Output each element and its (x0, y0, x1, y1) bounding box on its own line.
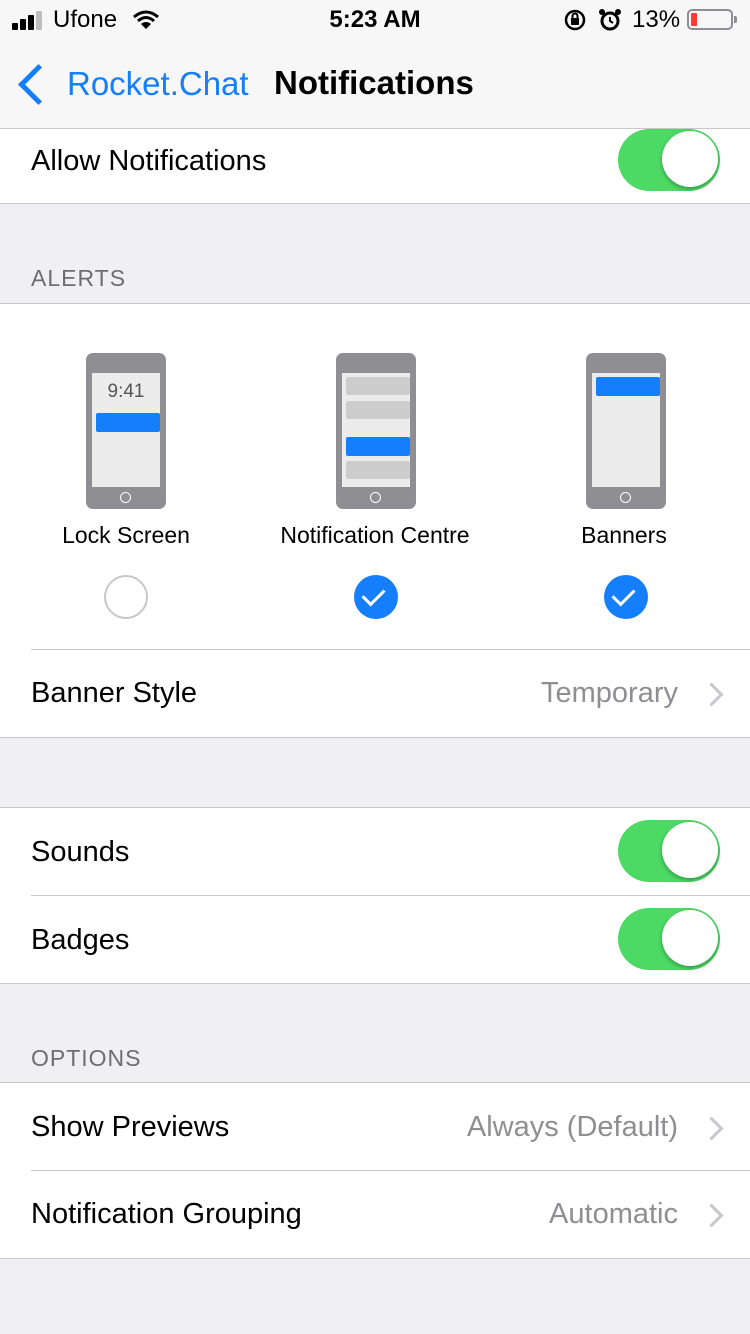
toggle-knob (662, 822, 718, 878)
divider (0, 737, 750, 738)
banner-style-value: Temporary (541, 677, 678, 709)
notification-centre-label: Notification Centre (280, 522, 470, 548)
divider (0, 1258, 750, 1259)
navigation-bar: Rocket.Chat Notifications (0, 40, 750, 129)
banners-illustration[interactable] (586, 353, 666, 509)
options-header: OPTIONS (31, 1045, 142, 1071)
page-title: Notifications (274, 64, 474, 101)
chevron-right-icon (699, 682, 724, 707)
alerts-header: ALERTS (31, 265, 127, 291)
alarm-icon (599, 9, 621, 31)
notification-grouping-value: Automatic (549, 1198, 678, 1230)
notification-centre-illustration[interactable] (336, 353, 416, 509)
banner-style-label: Banner Style (31, 677, 198, 709)
sounds-badges-section: Sounds Badges (0, 808, 750, 983)
toggle-knob (662, 910, 718, 966)
badges-row: Badges (0, 896, 750, 983)
battery-icon (687, 9, 737, 30)
toggle-knob (662, 131, 718, 187)
show-previews-label: Show Previews (31, 1111, 230, 1143)
lock-screen-illustration[interactable]: 9:41 (86, 353, 166, 509)
rotation-lock-icon (564, 9, 586, 31)
notification-grouping-label: Notification Grouping (31, 1198, 302, 1230)
chevron-left-icon (17, 63, 60, 105)
sounds-toggle[interactable] (618, 820, 720, 882)
lock-screen-radio[interactable] (104, 575, 148, 619)
chevron-right-icon (699, 1116, 724, 1141)
divider (0, 203, 750, 204)
allow-notifications-label: Allow Notifications (31, 145, 267, 177)
checkmark-icon (611, 582, 636, 607)
show-previews-value: Always (Default) (466, 1111, 678, 1143)
badges-toggle[interactable] (618, 908, 720, 970)
back-button[interactable]: Rocket.Chat (14, 62, 249, 106)
lock-screen-label: Lock Screen (62, 522, 190, 548)
back-label: Rocket.Chat (67, 65, 249, 102)
chevron-right-icon (699, 1203, 724, 1228)
notification-grouping-row[interactable]: Notification Grouping Automatic (0, 1171, 750, 1258)
divider (0, 983, 750, 984)
battery-percent: 13% (632, 6, 681, 33)
lock-screen-time: 9:41 (107, 381, 145, 402)
badges-label: Badges (31, 924, 130, 956)
sounds-label: Sounds (31, 836, 130, 868)
banners-radio[interactable] (604, 575, 648, 619)
status-bar: Ufone 5:23 AM 13% (0, 0, 750, 40)
alerts-section: 9:41 Lock Screen Notification Centre Ban… (0, 304, 750, 737)
sounds-row: Sounds (0, 808, 750, 895)
notification-centre-radio[interactable] (354, 575, 398, 619)
show-previews-row[interactable]: Show Previews Always (Default) (0, 1083, 750, 1170)
allow-notifications-toggle[interactable] (618, 129, 720, 191)
banner-style-row[interactable]: Banner Style Temporary (0, 650, 750, 737)
options-section: Show Previews Always (Default) Notificat… (0, 1083, 750, 1258)
banners-label: Banners (581, 522, 667, 548)
checkmark-icon (361, 582, 386, 607)
allow-notifications-row: Allow Notifications (0, 129, 750, 203)
